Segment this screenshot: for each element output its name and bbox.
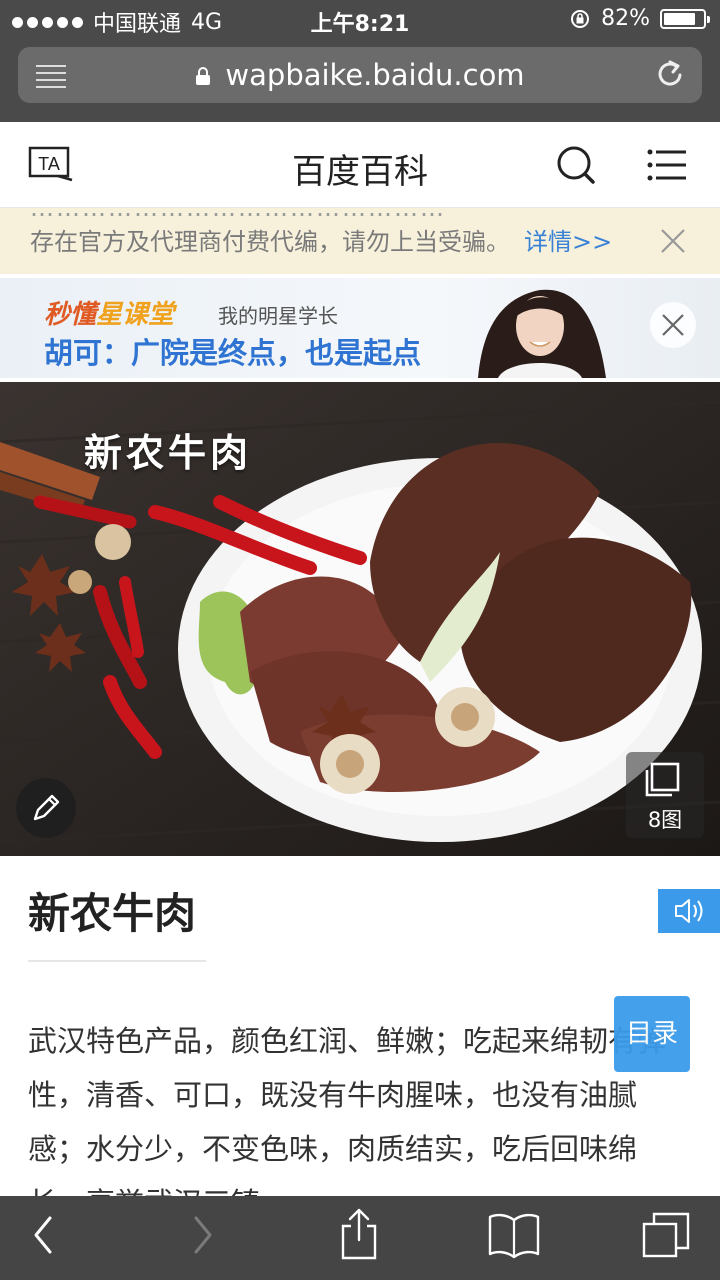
notice-banner: ………………………………………… 存在官方及代理商付费代编，请勿上当受骗。 详情>… (0, 208, 720, 274)
book-icon[interactable] (486, 1210, 542, 1260)
pencil-icon (33, 794, 60, 821)
gallery-button[interactable]: 8图 (626, 752, 704, 838)
share-icon[interactable] (338, 1206, 380, 1262)
url-display[interactable]: wapbaike.baidu.com (18, 58, 702, 92)
close-icon (662, 314, 684, 336)
notice-text: 存在官方及代理商付费代编，请勿上当受骗。 (30, 228, 510, 256)
notice-details-link[interactable]: 详情>> (524, 228, 612, 256)
ad-banner[interactable]: 秒懂星课堂 我的明星学长 胡可：广院是终点，也是起点 (0, 278, 720, 378)
entry-summary: 武汉特色产品，颜色红润、鲜嫩；吃起来绵韧有弹性，清香、可口，既没有牛肉腥味，也没… (28, 1024, 667, 1196)
ad-brand-part1: 秒懂 (44, 300, 97, 330)
hero-image[interactable]: 新农牛肉 8图 (0, 382, 720, 856)
gallery-icon (645, 762, 680, 797)
address-bar[interactable]: wapbaike.baidu.com (18, 47, 702, 103)
forward-icon[interactable] (188, 1210, 218, 1260)
rotation-lock-icon (571, 9, 590, 28)
reload-icon[interactable] (656, 57, 686, 91)
read-aloud-button[interactable] (658, 889, 720, 933)
ad-slogan: 胡可：广院是终点，也是起点 (44, 336, 422, 370)
url-text: wapbaike.baidu.com (225, 58, 525, 92)
entry-title: 新农牛肉 (28, 889, 197, 938)
battery-icon (660, 8, 710, 29)
list-icon[interactable] (646, 148, 688, 182)
status-right: 82% (569, 6, 710, 31)
notice-cut-line: ………………………………………… (30, 208, 446, 222)
hero-caption: 新农牛肉 (84, 431, 253, 475)
browser-chrome: 中国联通 4G 上午8:21 82% wapbaike.baidu.com (0, 0, 720, 122)
ad-brand-part2: 星课堂 (96, 300, 175, 330)
notice-text-line: 存在官方及代理商付费代编，请勿上当受骗。 详情>> (30, 222, 612, 257)
ad-brand: 秒懂星课堂 (44, 294, 174, 331)
browser-toolbar (0, 1196, 720, 1280)
gallery-count: 8图 (647, 808, 683, 832)
site-header: TA 百度百科 (0, 122, 720, 208)
toc-button[interactable]: 目录 (614, 996, 690, 1072)
back-icon[interactable] (28, 1210, 58, 1260)
ad-close-button[interactable] (650, 302, 696, 348)
ad-subtitle: 我的明星学长 (218, 304, 338, 328)
edit-button[interactable] (16, 778, 76, 838)
speaker-icon (675, 899, 703, 923)
battery-fill (664, 12, 696, 25)
search-icon[interactable] (555, 144, 597, 186)
lock-icon (196, 67, 211, 85)
battery-percent: 82% (601, 6, 650, 31)
site-title: 百度百科 (292, 152, 428, 192)
title-divider (28, 960, 206, 962)
close-icon[interactable] (660, 228, 686, 254)
status-bar: 中国联通 4G 上午8:21 82% (0, 0, 720, 40)
ad-person-image (478, 289, 606, 378)
tabs-icon[interactable] (640, 1210, 692, 1260)
